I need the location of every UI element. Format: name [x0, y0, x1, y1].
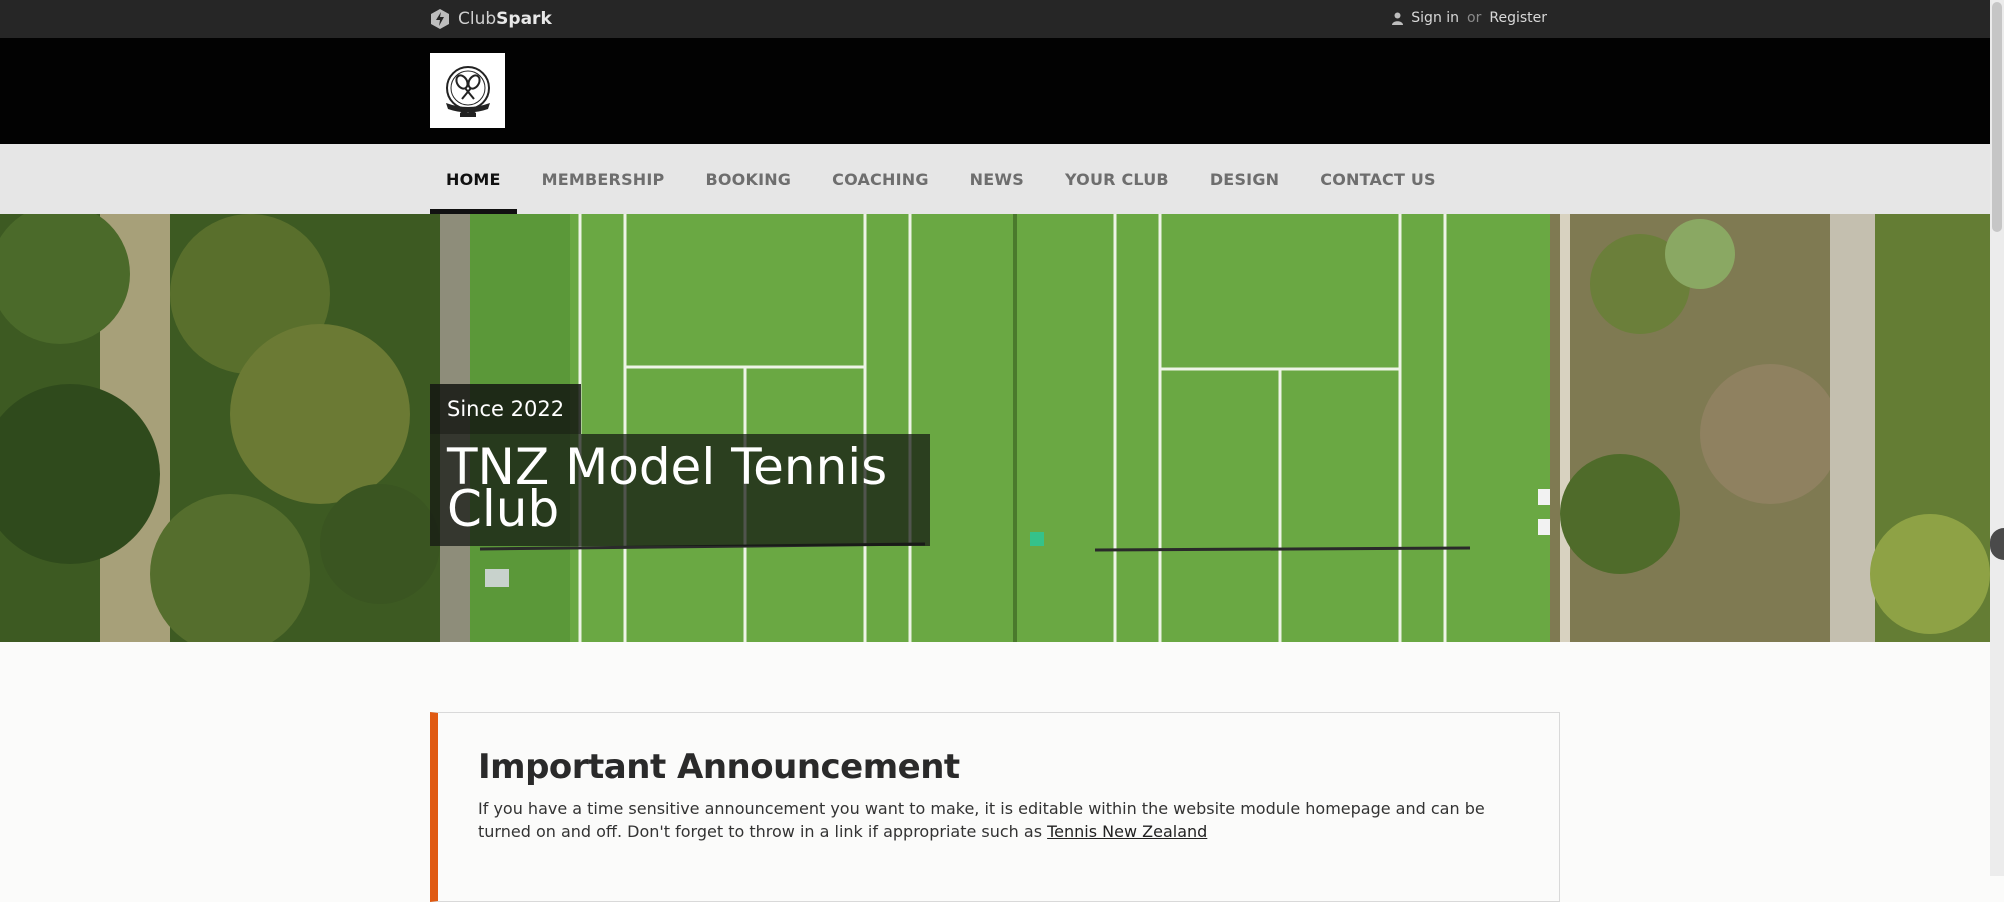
- clubspark-brand[interactable]: ClubSpark: [430, 8, 552, 30]
- page-scrollbar[interactable]: [1990, 0, 2004, 876]
- brand-name: ClubSpark: [458, 9, 552, 29]
- nav-item-coaching[interactable]: COACHING: [816, 144, 945, 214]
- register-link[interactable]: Register: [1489, 10, 1547, 26]
- nav-item-home[interactable]: HOME: [430, 144, 517, 214]
- top-bar: ClubSpark Sign in or Register: [0, 0, 1990, 38]
- announcement-body: If you have a time sensitive announcemen…: [478, 797, 1518, 843]
- since-badge: Since 2022: [430, 384, 582, 434]
- crest-icon: [445, 65, 490, 117]
- tennis-nz-link[interactable]: Tennis New Zealand: [1047, 822, 1207, 841]
- nav-item-design[interactable]: DESIGN: [1194, 144, 1295, 214]
- nav-item-booking[interactable]: BOOKING: [689, 144, 807, 214]
- club-crest-logo[interactable]: [430, 53, 505, 128]
- auth-links: Sign in or Register: [1392, 10, 1547, 26]
- announcement-text: If you have a time sensitive announcemen…: [478, 799, 1485, 841]
- club-title: TNZ Model Tennis Club: [430, 434, 930, 546]
- announcement-card: Important Announcement If you have a tim…: [430, 712, 1560, 902]
- nav-item-your-club[interactable]: YOUR CLUB: [1049, 144, 1185, 214]
- or-separator: or: [1467, 10, 1482, 26]
- announcement-title: Important Announcement: [478, 747, 960, 787]
- nav-item-membership[interactable]: MEMBERSHIP: [526, 144, 681, 214]
- main-nav: HOME MEMBERSHIP BOOKING COACHING NEWS YO…: [0, 144, 1990, 214]
- hero-banner: Since 2022 TNZ Model Tennis Club: [0, 214, 1990, 642]
- tennis-court-aerial-image: [0, 214, 1990, 642]
- nav-item-contact-us[interactable]: CONTACT US: [1304, 144, 1452, 214]
- user-icon: [1392, 12, 1404, 25]
- logo-band: [0, 38, 1990, 144]
- scrollbar-thumb[interactable]: [1992, 2, 2002, 232]
- clubspark-logo-icon: [431, 9, 449, 29]
- nav-item-news[interactable]: NEWS: [954, 144, 1040, 214]
- sign-in-link[interactable]: Sign in: [1411, 10, 1459, 26]
